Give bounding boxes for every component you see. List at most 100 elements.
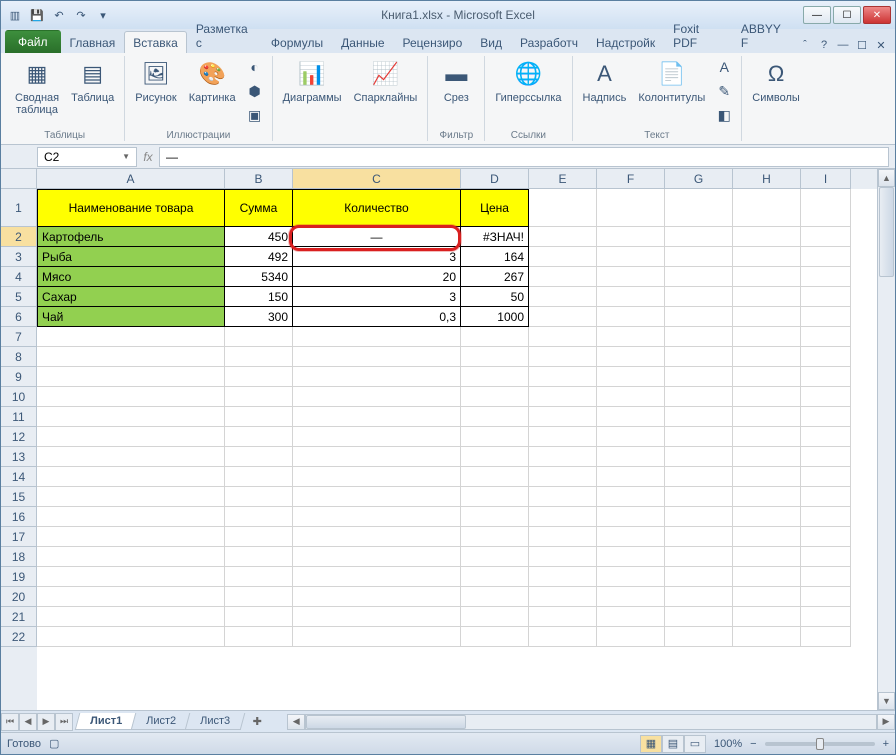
row-header-5[interactable]: 5 <box>1 287 37 307</box>
cell-D12[interactable] <box>461 427 529 447</box>
cell-D15[interactable] <box>461 487 529 507</box>
row-header-1[interactable]: 1 <box>1 189 37 227</box>
hscroll-thumb[interactable] <box>306 715 466 729</box>
zoom-in-button[interactable]: + <box>883 738 889 750</box>
cell-C14[interactable] <box>293 467 461 487</box>
cell-D18[interactable] <box>461 547 529 567</box>
cell-G1[interactable] <box>665 189 733 227</box>
fx-button[interactable]: fx <box>137 147 159 167</box>
row-header-12[interactable]: 12 <box>1 427 37 447</box>
cell-A12[interactable] <box>37 427 225 447</box>
cell-C17[interactable] <box>293 527 461 547</box>
tab-developer[interactable]: Разработч <box>511 31 587 53</box>
cell-B18[interactable] <box>225 547 293 567</box>
cell-G7[interactable] <box>665 327 733 347</box>
cell-E22[interactable] <box>529 627 597 647</box>
cell-G20[interactable] <box>665 587 733 607</box>
cell-G15[interactable] <box>665 487 733 507</box>
shapes-icon[interactable]: ◐ <box>244 56 266 78</box>
cell-F4[interactable] <box>597 267 665 287</box>
cell-E20[interactable] <box>529 587 597 607</box>
clipart-button[interactable]: 🎨 Картинка <box>185 56 240 106</box>
row-header-2[interactable]: 2 <box>1 227 37 247</box>
cell-C22[interactable] <box>293 627 461 647</box>
cell-C21[interactable] <box>293 607 461 627</box>
cell-H13[interactable] <box>733 447 801 467</box>
cell-A22[interactable] <box>37 627 225 647</box>
add-sheet-button[interactable]: ✚ <box>247 714 267 730</box>
cell-G5[interactable] <box>665 287 733 307</box>
macro-record-icon[interactable]: ▢ <box>49 737 59 750</box>
cell-H19[interactable] <box>733 567 801 587</box>
cell-G13[interactable] <box>665 447 733 467</box>
cell-A10[interactable] <box>37 387 225 407</box>
cell-G6[interactable] <box>665 307 733 327</box>
cell-D20[interactable] <box>461 587 529 607</box>
cell-D10[interactable] <box>461 387 529 407</box>
cell-C19[interactable] <box>293 567 461 587</box>
cell-D21[interactable] <box>461 607 529 627</box>
cell-A20[interactable] <box>37 587 225 607</box>
cell-B4[interactable]: 5340 <box>225 267 293 287</box>
cell-A18[interactable] <box>37 547 225 567</box>
cell-F15[interactable] <box>597 487 665 507</box>
column-header-E[interactable]: E <box>529 169 597 189</box>
cell-C5[interactable]: 3 <box>293 287 461 307</box>
cell-B19[interactable] <box>225 567 293 587</box>
cell-D5[interactable]: 50 <box>461 287 529 307</box>
cell-I11[interactable] <box>801 407 851 427</box>
cell-B11[interactable] <box>225 407 293 427</box>
symbols-button[interactable]: Ω Символы <box>748 56 804 106</box>
cell-E13[interactable] <box>529 447 597 467</box>
cell-F7[interactable] <box>597 327 665 347</box>
cell-G18[interactable] <box>665 547 733 567</box>
tab-home[interactable]: Главная <box>61 31 125 53</box>
cell-C8[interactable] <box>293 347 461 367</box>
cell-H3[interactable] <box>733 247 801 267</box>
row-header-9[interactable]: 9 <box>1 367 37 387</box>
workbook-min-icon[interactable]: — <box>835 37 851 53</box>
cell-F1[interactable] <box>597 189 665 227</box>
cell-D13[interactable] <box>461 447 529 467</box>
row-header-13[interactable]: 13 <box>1 447 37 467</box>
cell-A19[interactable] <box>37 567 225 587</box>
cell-G4[interactable] <box>665 267 733 287</box>
cell-F21[interactable] <box>597 607 665 627</box>
cell-A1[interactable]: Наименование товара <box>37 189 225 227</box>
cell-E14[interactable] <box>529 467 597 487</box>
cell-F12[interactable] <box>597 427 665 447</box>
row-header-11[interactable]: 11 <box>1 407 37 427</box>
cell-E9[interactable] <box>529 367 597 387</box>
sheet-nav-next[interactable]: ▶ <box>37 713 55 731</box>
column-header-I[interactable]: I <box>801 169 851 189</box>
cell-B1[interactable]: Сумма <box>225 189 293 227</box>
help-icon[interactable]: ? <box>816 37 832 53</box>
cell-D17[interactable] <box>461 527 529 547</box>
cell-F20[interactable] <box>597 587 665 607</box>
cell-B14[interactable] <box>225 467 293 487</box>
redo-icon[interactable]: ↷ <box>71 5 91 25</box>
cell-C1[interactable]: Количество <box>293 189 461 227</box>
cell-I16[interactable] <box>801 507 851 527</box>
cell-A16[interactable] <box>37 507 225 527</box>
cell-I6[interactable] <box>801 307 851 327</box>
formula-input[interactable]: — <box>159 147 889 167</box>
cell-F8[interactable] <box>597 347 665 367</box>
cell-F11[interactable] <box>597 407 665 427</box>
cell-F6[interactable] <box>597 307 665 327</box>
cell-G8[interactable] <box>665 347 733 367</box>
slicer-button[interactable]: ▬ Срез <box>434 56 478 106</box>
sheet-tab-3[interactable]: Лист3 <box>185 713 246 730</box>
minimize-ribbon-icon[interactable]: ˆ <box>797 37 813 53</box>
close-button[interactable]: ✕ <box>863 6 891 24</box>
view-page-layout[interactable]: ▤ <box>662 735 684 753</box>
cell-A14[interactable] <box>37 467 225 487</box>
cell-E18[interactable] <box>529 547 597 567</box>
cell-E17[interactable] <box>529 527 597 547</box>
cell-E3[interactable] <box>529 247 597 267</box>
tab-formulas[interactable]: Формулы <box>262 31 332 53</box>
cell-A4[interactable]: Мясо <box>37 267 225 287</box>
row-header-21[interactable]: 21 <box>1 607 37 627</box>
cell-B17[interactable] <box>225 527 293 547</box>
cell-E11[interactable] <box>529 407 597 427</box>
